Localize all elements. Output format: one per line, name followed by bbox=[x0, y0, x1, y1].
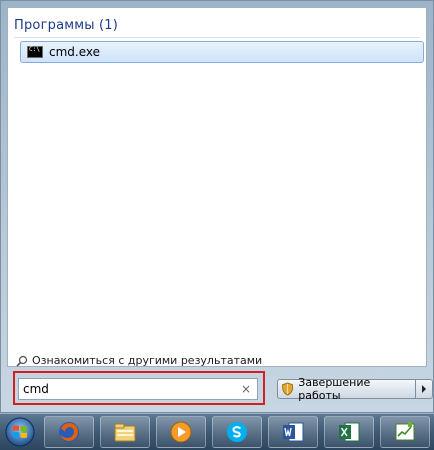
taskbar-word[interactable] bbox=[268, 416, 318, 448]
shutdown-options-button[interactable] bbox=[415, 379, 433, 399]
search-icon bbox=[16, 355, 28, 367]
taskbar-whiteboard[interactable] bbox=[380, 416, 430, 448]
file-explorer-icon bbox=[114, 423, 136, 442]
search-input[interactable] bbox=[23, 382, 233, 396]
chevron-right-icon bbox=[421, 385, 426, 393]
result-item-cmd[interactable]: C:\ cmd.exe bbox=[20, 41, 424, 63]
taskbar-explorer[interactable] bbox=[100, 416, 150, 448]
taskbar-excel[interactable] bbox=[324, 416, 374, 448]
more-results-link[interactable]: Ознакомиться с другими результатами bbox=[16, 354, 262, 367]
shield-icon bbox=[282, 382, 294, 396]
search-results-pane: Программы (1) C:\ cmd.exe Ознакомиться с… bbox=[7, 7, 427, 367]
windows-logo-icon bbox=[5, 417, 35, 447]
result-item-label: cmd.exe bbox=[49, 45, 101, 59]
shutdown-group: Завершение работы bbox=[277, 376, 433, 402]
start-orb[interactable] bbox=[2, 415, 38, 449]
taskbar-skype[interactable] bbox=[212, 416, 262, 448]
firefox-icon bbox=[59, 422, 79, 442]
taskbar bbox=[0, 413, 434, 450]
start-menu: Программы (1) C:\ cmd.exe Ознакомиться с… bbox=[0, 0, 434, 413]
clear-icon[interactable]: × bbox=[241, 382, 251, 396]
whiteboard-icon bbox=[395, 422, 415, 441]
word-icon bbox=[283, 422, 304, 442]
programs-group-header: Программы (1) bbox=[14, 18, 119, 33]
taskbar-firefox[interactable] bbox=[44, 416, 94, 448]
taskbar-media-player[interactable] bbox=[156, 416, 206, 448]
cmd-icon: C:\ bbox=[27, 46, 43, 58]
excel-icon bbox=[339, 422, 360, 442]
shutdown-label: Завершение работы bbox=[298, 376, 371, 402]
more-results-label: Ознакомиться с другими результатами bbox=[32, 354, 263, 367]
media-player-icon bbox=[170, 421, 192, 443]
skype-icon bbox=[227, 422, 247, 442]
group-divider bbox=[14, 37, 420, 38]
search-box[interactable]: × bbox=[18, 378, 258, 400]
shutdown-button[interactable]: Завершение работы bbox=[277, 376, 416, 402]
